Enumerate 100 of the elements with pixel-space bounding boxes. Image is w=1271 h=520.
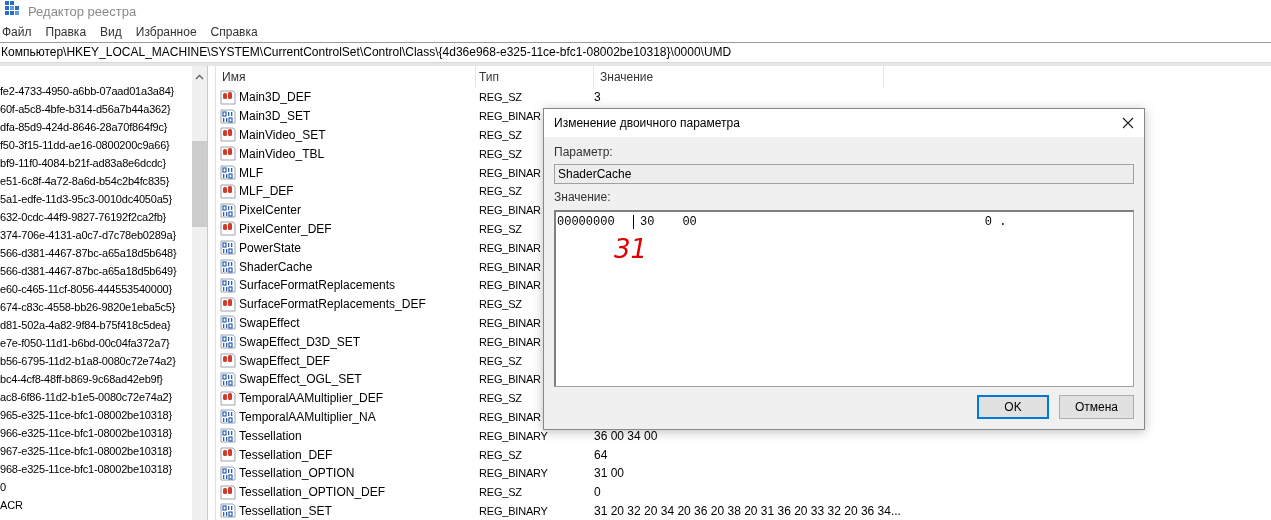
tree-item[interactable]: ac8-6f86-11d2-b1e5-0080c72e74a2} xyxy=(0,388,192,406)
string-value-icon xyxy=(220,390,236,406)
binary-value-icon xyxy=(220,108,236,124)
parameter-field[interactable]: ShaderCache xyxy=(554,164,1134,184)
tree-item[interactable]: d81-502a-4a82-9f84-b75f418c5dea} xyxy=(0,316,192,334)
tree-item[interactable]: bf9-11f0-4084-b21f-ad83a8e6dcdc} xyxy=(0,154,192,172)
value-data: 3 xyxy=(594,90,601,105)
tree-item[interactable]: 60f-a5c8-4bfe-b314-d56a7b44a362} xyxy=(0,100,192,118)
binary-value-icon xyxy=(220,202,236,218)
tree-item[interactable]: 966-e325-11ce-bfc1-08002be10318} xyxy=(0,424,192,442)
field-label: Значение: xyxy=(554,190,612,206)
menu-item[interactable]: Вид xyxy=(100,25,122,39)
tree-item[interactable]: dfa-85d9-424d-8646-28a70f864f9c} xyxy=(0,118,192,136)
value-name[interactable]: Tessellation_OPTION xyxy=(239,466,355,481)
value-data: 36 00 34 00 xyxy=(594,428,658,443)
window-title: Редактор реестра xyxy=(28,3,137,19)
binary-value-icon xyxy=(220,409,236,425)
string-value-icon xyxy=(220,484,236,500)
value-type: REG_SZ xyxy=(479,354,522,367)
column-header[interactable]: Значение xyxy=(594,66,884,88)
hex-offset: 00000000 xyxy=(556,215,616,229)
dialog-button[interactable]: OK xyxy=(977,395,1049,419)
value-name[interactable]: Main3D_DEF xyxy=(239,90,312,105)
dialog-button[interactable]: Отмена xyxy=(1059,395,1134,419)
binary-value-icon xyxy=(220,259,236,275)
value-name[interactable]: SwapEffect_D3D_SET xyxy=(239,334,361,349)
value-type: REG_BINARY xyxy=(479,504,548,517)
column-header[interactable]: Тип xyxy=(476,66,594,88)
string-value-icon xyxy=(220,89,236,105)
menu-item[interactable]: Избранное xyxy=(135,25,197,39)
value-name[interactable]: Tessellation xyxy=(239,428,302,443)
tree-item[interactable]: ACR xyxy=(0,496,192,514)
value-name[interactable]: SurfaceFormatReplacements xyxy=(239,278,396,293)
scrollbar[interactable] xyxy=(192,66,207,520)
binary-value-icon xyxy=(220,465,236,481)
value-type: REG_SZ xyxy=(479,486,522,499)
value-name[interactable]: TemporalAAMultiplier_NA xyxy=(239,409,376,424)
column-header[interactable]: Имя xyxy=(216,66,476,88)
binary-value-icon xyxy=(220,334,236,350)
value-name[interactable]: PixelCenter xyxy=(239,203,302,218)
value-name[interactable]: PowerState xyxy=(239,240,302,255)
tree-item[interactable]: e60-c465-11cf-8056-444553540000} xyxy=(0,280,192,298)
tree-item[interactable]: 674-c83c-4558-bb26-9820e1eba5c5} xyxy=(0,298,192,316)
value-name[interactable]: SurfaceFormatReplacements_DEF xyxy=(239,297,426,312)
menu-item[interactable]: Файл xyxy=(2,25,32,39)
tree-item[interactable]: 632-0cdc-44f9-9827-76192f2ca2fb} xyxy=(0,208,192,226)
tree-item[interactable]: 967-e325-11ce-bfc1-08002be10318} xyxy=(0,442,192,460)
value-name[interactable]: Tessellation_OPTION_DEF xyxy=(239,485,386,500)
binary-value-icon xyxy=(220,277,236,293)
text-caret xyxy=(633,215,634,229)
tree-item[interactable]: 5a1-edfe-11d3-95c3-0010dc4050a5} xyxy=(0,190,192,208)
tree-item[interactable]: e51-6c8f-4a72-8a6d-b54c2b4fc835} xyxy=(0,172,192,190)
tree-item[interactable]: bc4-4cf8-48ff-b869-9c68ad42eb9f} xyxy=(0,370,192,388)
menu-item[interactable]: Справка xyxy=(210,25,258,39)
value-name[interactable]: ShaderCache xyxy=(239,259,313,274)
handwritten-annotation: 31 xyxy=(614,234,648,264)
value-data: 64 xyxy=(594,447,608,462)
tree-item[interactable]: e7e-f050-11d1-b6bd-00c04fa372a7} xyxy=(0,334,192,352)
value-type: REG_BINAR xyxy=(479,279,541,292)
value-name[interactable]: MainVideo_SET xyxy=(239,128,326,142)
address-bar[interactable]: Компьютер\HKEY_LOCAL_MACHINE\SYSTEM\CurrentControlSet\Control\Class\{4d36e968-e325-11ce-bfc1-08002be10318}\0000\UMD xyxy=(0,42,1271,63)
value-type: REG_BINARY xyxy=(479,467,548,480)
string-value-icon xyxy=(220,353,236,369)
tree-item[interactable]: 965-e325-11ce-bfc1-08002be10318} xyxy=(0,406,192,424)
close-icon[interactable] xyxy=(1122,117,1134,129)
scroll-thumb[interactable] xyxy=(192,141,207,227)
value-type: REG_BINAR xyxy=(479,110,541,123)
value-name[interactable]: Main3D_SET xyxy=(239,109,311,124)
string-value-icon xyxy=(220,296,236,312)
binary-value-icon xyxy=(220,428,236,444)
value-type: REG_BINAR xyxy=(479,410,541,423)
value-data: 31 20 32 20 34 20 36 20 38 20 31 36 20 33 32 20 36 34... xyxy=(594,503,901,518)
hex-editor[interactable]: 00000000 30 00 0 . 31 xyxy=(554,210,1134,387)
menu-item[interactable]: Правка xyxy=(45,25,87,39)
tree-item[interactable]: 374-706e-4131-a0c7-d7c78eb0289a} xyxy=(0,226,192,244)
value-name[interactable]: SwapEffect_OGL_SET xyxy=(239,372,362,387)
value-name[interactable]: SwapEffect xyxy=(239,315,300,330)
value-name[interactable]: MLF_DEF xyxy=(239,184,294,199)
value-name[interactable]: TemporalAAMultiplier_DEF xyxy=(239,391,384,406)
value-name[interactable]: SwapEffect_DEF xyxy=(239,353,331,368)
string-value-icon xyxy=(220,146,236,162)
scroll-up-icon[interactable] xyxy=(195,74,204,80)
tree-item[interactable]: 0 xyxy=(0,478,192,496)
tree-item[interactable]: fe2-4733-4950-a6bb-07aad01a3a84} xyxy=(0,82,192,100)
hex-byte: 30 xyxy=(640,215,655,229)
value-name[interactable]: Tessellation_SET xyxy=(239,503,332,518)
value-type: REG_SZ xyxy=(479,185,522,198)
dialog-title: Изменение двоичного параметра xyxy=(554,116,740,130)
tree-item[interactable]: f50-3f15-11dd-ae16-0800200c9a66} xyxy=(0,136,192,154)
string-value-icon xyxy=(220,221,236,237)
value-name[interactable]: Tessellation_DEF xyxy=(239,447,333,462)
value-name[interactable]: MainVideo_TBL xyxy=(239,146,325,161)
value-name[interactable]: MLF xyxy=(239,165,263,180)
tree-item[interactable]: 566-d381-4467-87bc-a65a18d5b649} xyxy=(0,262,192,280)
tree-item[interactable]: 968-e325-11ce-bfc1-08002be10318} xyxy=(0,460,192,478)
value-name[interactable]: PixelCenter_DEF xyxy=(239,221,332,236)
value-type: REG_BINAR xyxy=(479,260,541,273)
tree-item[interactable]: 566-d381-4467-87bc-a65a18d5b648} xyxy=(0,244,192,262)
tree-item[interactable]: b56-6795-11d2-b1a8-0080c72e74a2} xyxy=(0,352,192,370)
value-type: REG_SZ xyxy=(479,222,522,235)
